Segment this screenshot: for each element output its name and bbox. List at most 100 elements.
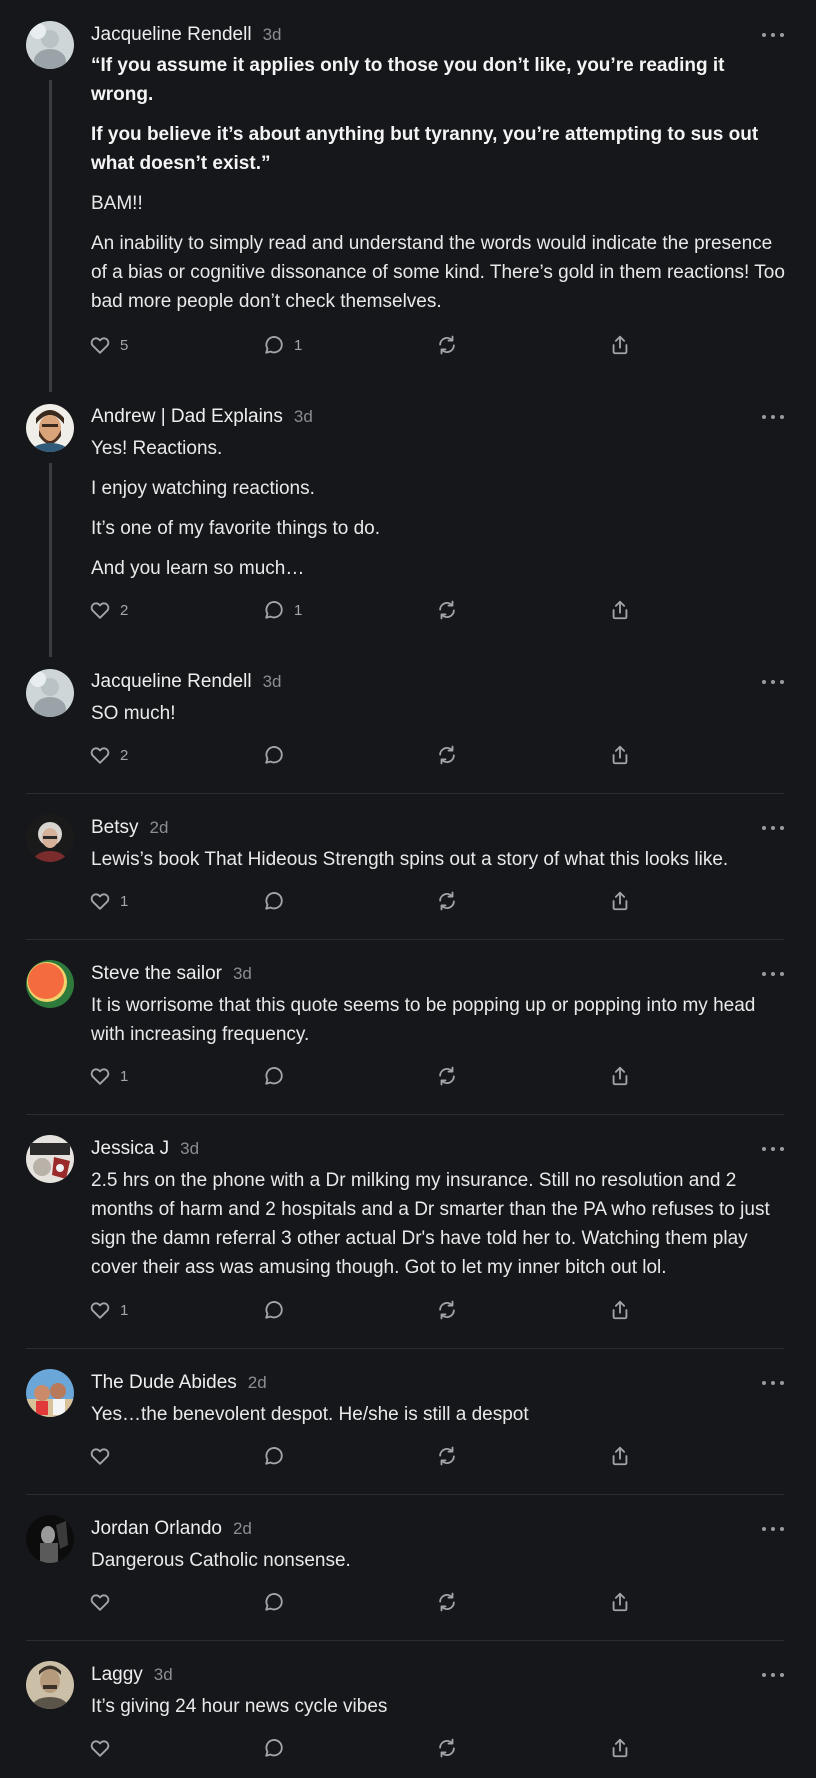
comment-header: Steve the sailor 3d	[91, 963, 252, 987]
comment-header: Andrew | Dad Explains 3d	[91, 406, 313, 430]
comment-header: Jessica J 3d	[91, 1138, 199, 1162]
thread-line	[49, 463, 52, 657]
like-button[interactable]	[89, 1590, 111, 1614]
restack-button[interactable]	[436, 743, 458, 767]
more-options-icon[interactable]	[762, 1524, 784, 1534]
restack-button[interactable]	[436, 1590, 458, 1614]
like-count: 2	[120, 746, 129, 764]
more-options-icon[interactable]	[762, 30, 784, 40]
like-button[interactable]: 2	[89, 743, 128, 767]
restack-icon	[436, 1737, 458, 1759]
avatar[interactable]	[26, 960, 74, 1008]
like-button[interactable]: 1	[89, 1298, 128, 1322]
restack-button[interactable]	[436, 1736, 458, 1760]
share-button[interactable]	[609, 1590, 631, 1614]
restack-button[interactable]	[436, 333, 458, 357]
reply-button[interactable]	[263, 1736, 285, 1760]
timestamp[interactable]: 3d	[263, 672, 282, 692]
like-button[interactable]: 2	[89, 598, 128, 622]
avatar[interactable]	[26, 669, 74, 717]
reply-button[interactable]	[263, 743, 285, 767]
restack-icon	[436, 599, 458, 621]
avatar[interactable]	[26, 814, 74, 862]
restack-button[interactable]	[436, 1064, 458, 1088]
comment-paragraph: Yes! Reactions.	[91, 438, 223, 459]
divider	[26, 1348, 784, 1349]
heart-icon	[89, 1591, 111, 1613]
share-icon	[609, 1737, 631, 1759]
share-button[interactable]	[609, 1736, 631, 1760]
timestamp[interactable]: 3d	[233, 964, 252, 984]
more-options-icon[interactable]	[762, 1144, 784, 1154]
share-button[interactable]	[609, 889, 631, 913]
like-button[interactable]: 1	[89, 1064, 128, 1088]
reply-button[interactable]: 1	[263, 333, 302, 357]
timestamp[interactable]: 3d	[154, 1665, 173, 1685]
heart-icon	[89, 1299, 111, 1321]
more-options-icon[interactable]	[762, 1670, 784, 1680]
reply-count: 1	[294, 336, 303, 354]
restack-button[interactable]	[436, 1444, 458, 1468]
author-name[interactable]: Jacqueline Rendell	[91, 671, 252, 693]
restack-button[interactable]	[436, 598, 458, 622]
share-button[interactable]	[609, 1444, 631, 1468]
avatar[interactable]	[26, 1515, 74, 1563]
reply-button[interactable]	[263, 889, 285, 913]
comment-body: Dangerous Catholic nonsense.	[91, 1546, 791, 1586]
avatar[interactable]	[26, 1135, 74, 1183]
restack-button[interactable]	[436, 889, 458, 913]
share-button[interactable]	[609, 1064, 631, 1088]
share-button[interactable]	[609, 598, 631, 622]
share-icon	[609, 1065, 631, 1087]
comment-bubble-icon	[263, 1299, 285, 1321]
comment-paragraph: And you learn so much…	[91, 558, 305, 579]
author-name[interactable]: The Dude Abides	[91, 1372, 237, 1394]
author-name[interactable]: Jordan Orlando	[91, 1518, 222, 1540]
like-button[interactable]	[89, 1444, 111, 1468]
share-button[interactable]	[609, 333, 631, 357]
restack-icon	[436, 1445, 458, 1467]
heart-icon	[89, 890, 111, 912]
share-button[interactable]	[609, 1298, 631, 1322]
avatar[interactable]	[26, 1369, 74, 1417]
more-options-icon[interactable]	[762, 823, 784, 833]
reply-button[interactable]: 1	[263, 598, 302, 622]
author-name[interactable]: Jacqueline Rendell	[91, 24, 252, 46]
reply-button[interactable]	[263, 1064, 285, 1088]
author-name[interactable]: Steve the sailor	[91, 963, 222, 985]
restack-button[interactable]	[436, 1298, 458, 1322]
more-options-icon[interactable]	[762, 1378, 784, 1388]
like-button[interactable]	[89, 1736, 111, 1760]
comment-bubble-icon	[263, 744, 285, 766]
timestamp[interactable]: 3d	[180, 1139, 199, 1159]
share-button[interactable]	[609, 743, 631, 767]
timestamp[interactable]: 3d	[263, 25, 282, 45]
author-name[interactable]: Andrew | Dad Explains	[91, 406, 283, 428]
divider	[26, 793, 784, 794]
share-icon	[609, 599, 631, 621]
reply-button[interactable]	[263, 1444, 285, 1468]
avatar[interactable]	[26, 1661, 74, 1709]
heart-icon	[89, 334, 111, 356]
comment-paragraph: I enjoy watching reactions.	[91, 478, 315, 499]
reply-button[interactable]	[263, 1298, 285, 1322]
avatar[interactable]	[26, 404, 74, 452]
like-button[interactable]: 1	[89, 889, 128, 913]
more-options-icon[interactable]	[762, 677, 784, 687]
more-options-icon[interactable]	[762, 969, 784, 979]
comment-paragraph: BAM!!	[91, 193, 143, 214]
author-name[interactable]: Jessica J	[91, 1138, 169, 1160]
timestamp[interactable]: 2d	[248, 1373, 267, 1393]
author-name[interactable]: Betsy	[91, 817, 139, 839]
avatar[interactable]	[26, 21, 74, 69]
restack-icon	[436, 1591, 458, 1613]
comment-paragraph: It’s giving 24 hour news cycle vibes	[91, 1696, 388, 1717]
timestamp[interactable]: 3d	[294, 407, 313, 427]
comment-paragraph: It’s one of my favorite things to do.	[91, 518, 381, 539]
reply-button[interactable]	[263, 1590, 285, 1614]
author-name[interactable]: Laggy	[91, 1664, 143, 1686]
more-options-icon[interactable]	[762, 412, 784, 422]
like-button[interactable]: 5	[89, 333, 128, 357]
timestamp[interactable]: 2d	[233, 1519, 252, 1539]
timestamp[interactable]: 2d	[150, 818, 169, 838]
